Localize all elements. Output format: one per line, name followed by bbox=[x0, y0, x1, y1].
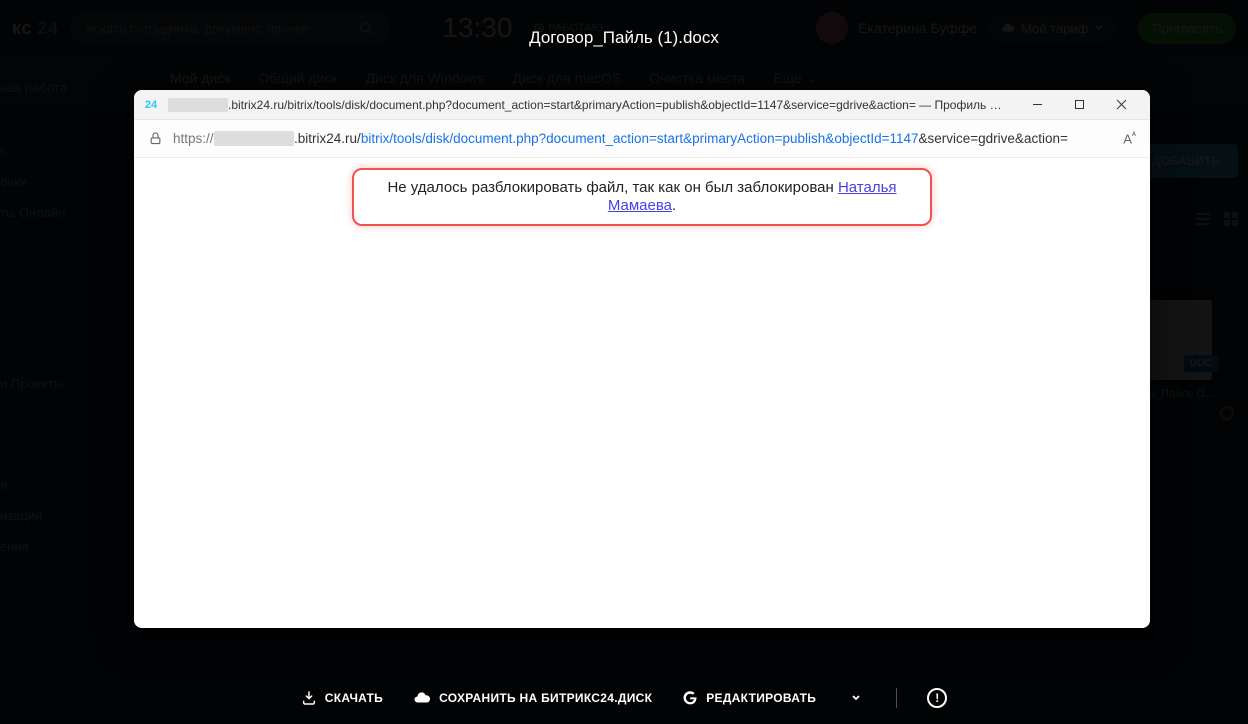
warning-button[interactable]: ! bbox=[927, 688, 947, 708]
reader-mode-icon[interactable]: Aᴬ bbox=[1123, 130, 1136, 146]
error-message: Не удалось разблокировать файл, так как … bbox=[352, 168, 932, 226]
cloud-save-icon bbox=[413, 689, 431, 707]
maximize-button[interactable] bbox=[1058, 90, 1100, 120]
edit-button[interactable]: РЕДАКТИРОВАТЬ bbox=[682, 690, 816, 706]
maximize-icon bbox=[1074, 99, 1085, 110]
minimize-icon bbox=[1032, 99, 1043, 110]
download-icon bbox=[301, 690, 317, 706]
separator bbox=[896, 688, 897, 708]
close-icon bbox=[1116, 99, 1127, 110]
window-titlebar[interactable]: 24 xxxx.bitrix24.ru/bitrix/tools/disk/do… bbox=[134, 90, 1150, 120]
close-button[interactable] bbox=[1100, 90, 1142, 120]
save-to-disk-button[interactable]: СОХРАНИТЬ НА БИТРИКС24.ДИСК bbox=[413, 689, 652, 707]
window-controls bbox=[1016, 90, 1142, 120]
minimize-button[interactable] bbox=[1016, 90, 1058, 120]
url-text: https://xxxxxx.bitrix24.ru/bitrix/tools/… bbox=[173, 131, 1113, 146]
popup-body: Не удалось разблокировать файл, так как … bbox=[134, 158, 1150, 628]
download-button[interactable]: СКАЧАТЬ bbox=[301, 690, 383, 706]
window-app-icon: 24 bbox=[142, 96, 160, 114]
google-icon bbox=[682, 690, 698, 706]
viewer-toolbar: СКАЧАТЬ СОХРАНИТЬ НА БИТРИКС24.ДИСК РЕДА… bbox=[0, 672, 1248, 724]
lightbox-file-title: Договор_Пайль (1).docx bbox=[529, 28, 719, 48]
window-title: xxxx.bitrix24.ru/bitrix/tools/disk/docum… bbox=[168, 98, 1008, 112]
browser-popup: 24 xxxx.bitrix24.ru/bitrix/tools/disk/do… bbox=[134, 90, 1150, 628]
chevron-down-icon bbox=[851, 693, 861, 703]
site-info-icon[interactable] bbox=[148, 131, 163, 146]
edit-dropdown[interactable] bbox=[846, 684, 866, 712]
address-bar[interactable]: https://xxxxxx.bitrix24.ru/bitrix/tools/… bbox=[134, 120, 1150, 158]
